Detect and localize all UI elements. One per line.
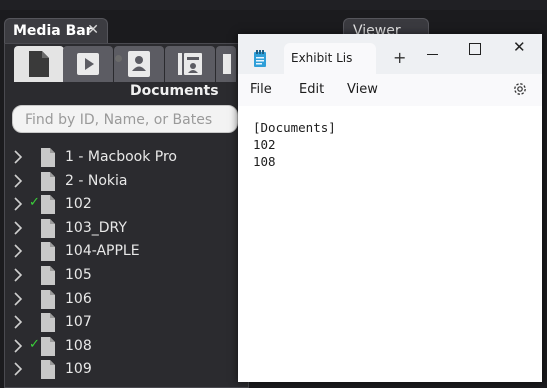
play-video-icon xyxy=(77,53,99,75)
notepad-text-area[interactable]: [Documents] 102 108 xyxy=(253,119,336,170)
notepad-menubar: File Edit View xyxy=(238,74,542,106)
chevron-right-icon[interactable] xyxy=(13,197,23,211)
list-item[interactable]: 107 xyxy=(4,311,239,335)
witness-card-icon xyxy=(128,51,150,77)
new-tab-button[interactable]: + xyxy=(393,48,406,67)
document-list: 1 - Macbook Pro 2 - Nokia ✓ 102 103_DRY … xyxy=(4,146,239,382)
unsaved-dot-icon xyxy=(115,55,122,62)
chevron-right-icon[interactable] xyxy=(13,362,23,376)
text-line: 102 xyxy=(253,137,276,152)
list-item-label: 104-APPLE xyxy=(65,243,140,260)
list-item[interactable]: 105 xyxy=(4,264,239,288)
more-filter-button[interactable] xyxy=(216,46,236,82)
menu-view[interactable]: View xyxy=(347,82,378,97)
list-item-label: 109 xyxy=(65,361,92,378)
chevron-right-icon[interactable] xyxy=(13,174,23,188)
chevron-right-icon[interactable] xyxy=(13,291,23,306)
media-bar-tab-title: Media Bar xyxy=(13,23,93,39)
chevron-right-icon[interactable] xyxy=(13,315,23,329)
document-icon xyxy=(41,336,55,356)
top-strip xyxy=(0,0,547,10)
document-icon xyxy=(41,195,55,215)
document-icon xyxy=(41,218,55,238)
list-item[interactable]: 104-APPLE xyxy=(4,240,239,264)
exhibits-filter-button[interactable] xyxy=(165,46,215,82)
chevron-right-icon[interactable] xyxy=(13,244,23,258)
close-window-button[interactable]: ✕ xyxy=(513,38,526,56)
menu-file[interactable]: File xyxy=(250,82,272,97)
list-item-label: 103_DRY xyxy=(65,219,127,236)
minimize-button[interactable] xyxy=(427,54,438,55)
list-item[interactable]: 106 xyxy=(4,288,239,312)
list-item-label: 106 xyxy=(65,290,92,307)
list-item[interactable]: 2 - Nokia xyxy=(4,170,239,194)
list-item[interactable]: 109 xyxy=(4,358,239,382)
document-icon xyxy=(41,242,55,262)
notepad-file-tab[interactable]: Exhibit Lis xyxy=(284,43,376,74)
document-icon xyxy=(41,265,55,285)
check-icon: ✓ xyxy=(29,195,40,211)
list-item[interactable]: ✓ 102 xyxy=(4,193,239,217)
menu-edit[interactable]: Edit xyxy=(299,82,324,97)
maximize-button[interactable] xyxy=(469,43,481,55)
documents-filter-button[interactable] xyxy=(14,46,64,82)
more-icon xyxy=(223,54,231,74)
documents-section-title: Documents xyxy=(130,83,219,99)
document-icon xyxy=(41,148,55,167)
search-input[interactable] xyxy=(23,107,237,133)
chevron-right-icon[interactable] xyxy=(13,268,23,282)
document-icon xyxy=(29,51,49,77)
list-item[interactable]: 1 - Macbook Pro xyxy=(4,146,239,170)
check-icon: ✓ xyxy=(29,336,40,352)
document-icon xyxy=(41,171,55,191)
videos-filter-button[interactable] xyxy=(63,46,113,82)
list-item-label: 2 - Nokia xyxy=(65,172,128,189)
list-item-label: 107 xyxy=(65,314,92,331)
list-item-label: 102 xyxy=(65,196,92,213)
list-item-label: 1 - Macbook Pro xyxy=(65,149,177,165)
text-line: [Documents] xyxy=(253,120,336,135)
document-icon xyxy=(41,360,55,380)
document-icon xyxy=(41,313,55,333)
notepad-tab-title: Exhibit Lis xyxy=(291,51,353,65)
text-line: 108 xyxy=(253,154,276,169)
notepad-window: Exhibit Lis + ✕ File Edit View [Document… xyxy=(238,34,542,382)
list-item-label: 105 xyxy=(65,266,92,283)
notepad-app-icon xyxy=(254,50,266,67)
witnesses-filter-button[interactable] xyxy=(114,46,164,82)
exhibit-binder-icon xyxy=(178,53,202,75)
document-icon xyxy=(41,289,55,309)
media-bar-close-icon[interactable]: ✕ xyxy=(87,22,99,38)
notepad-titlebar[interactable]: Exhibit Lis + ✕ xyxy=(238,34,542,74)
list-item[interactable]: ✓ 108 xyxy=(4,335,239,359)
search-box[interactable] xyxy=(12,105,238,133)
chevron-right-icon[interactable] xyxy=(13,221,23,235)
media-bar-tab[interactable]: Media Bar ✕ xyxy=(4,18,108,44)
list-item[interactable]: 103_DRY xyxy=(4,217,239,241)
chevron-right-icon[interactable] xyxy=(13,150,23,164)
gear-icon[interactable] xyxy=(512,81,528,97)
list-item-label: 108 xyxy=(65,337,92,354)
chevron-right-icon[interactable] xyxy=(13,339,23,353)
